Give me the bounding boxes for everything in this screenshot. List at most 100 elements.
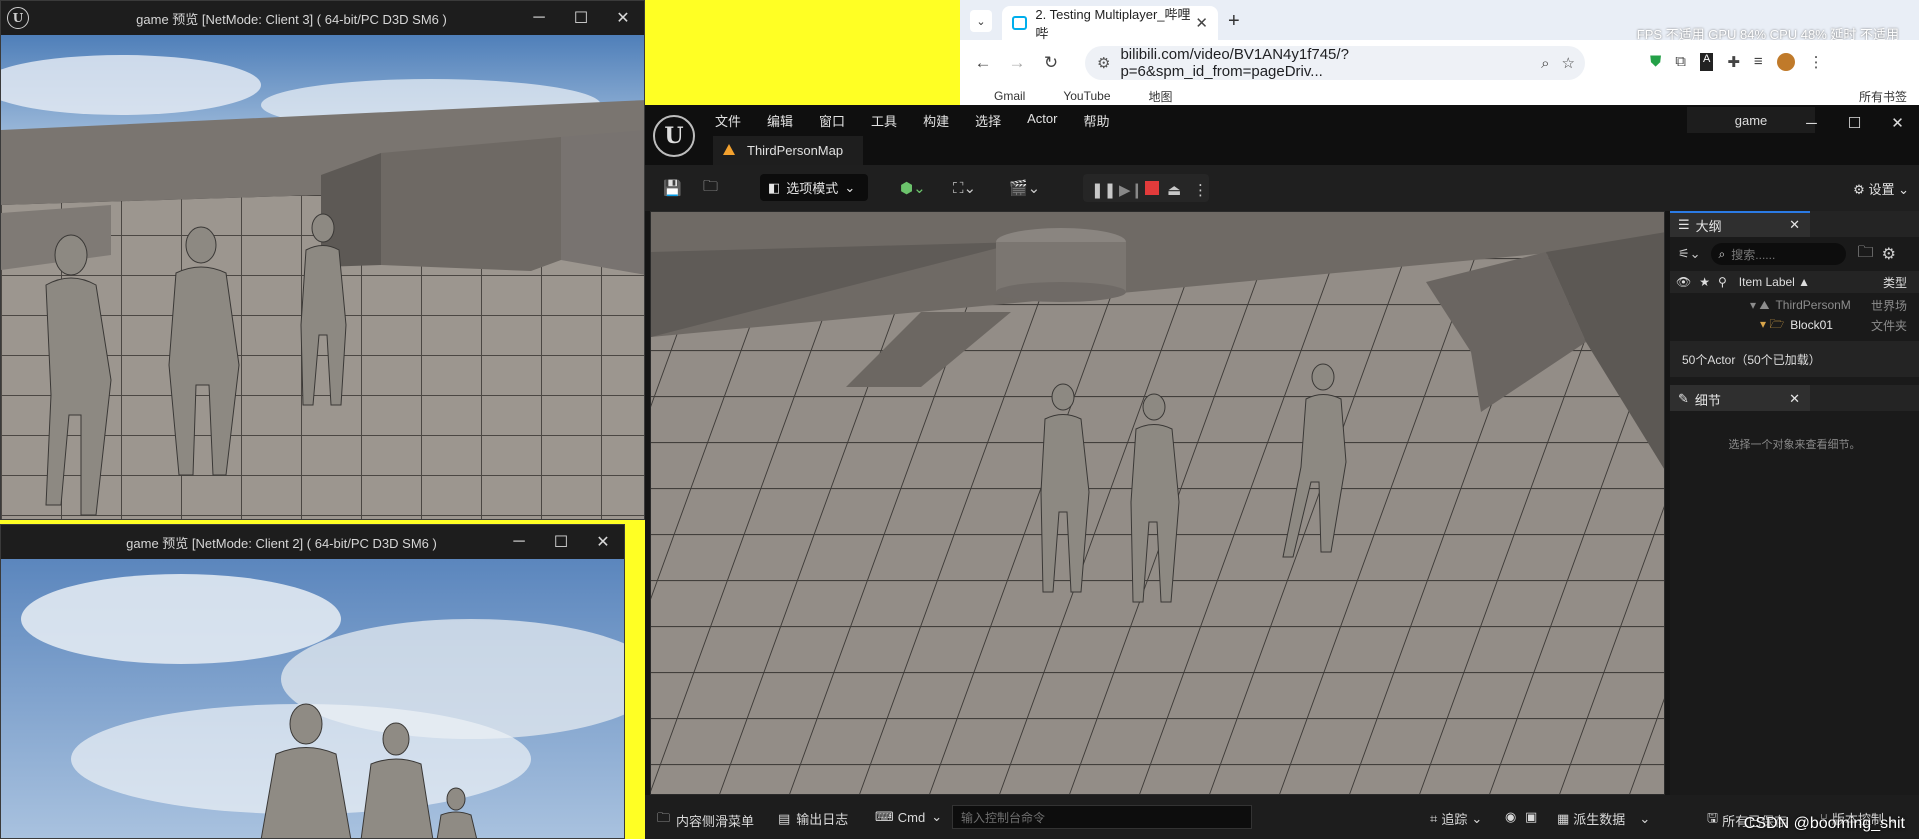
menu-actor[interactable]: Actor — [1027, 111, 1057, 130]
minimize-button[interactable]: ─ — [1790, 105, 1833, 141]
level-viewport[interactable] — [650, 211, 1665, 795]
forward-icon[interactable]: → — [1000, 53, 1034, 73]
outliner-row-world[interactable]: ▾ ⛰ ThirdPersonM 世界场 — [1670, 295, 1919, 315]
settings-button[interactable]: ⚙ 设置 ⌄ — [1853, 179, 1909, 198]
minimize-button[interactable]: ─ — [518, 1, 560, 35]
drawer-icon: 🗀 — [657, 810, 671, 825]
details-tab[interactable]: ✎ 细节 ✕ — [1670, 385, 1810, 411]
record-icon[interactable]: ◉ — [1505, 809, 1516, 825]
chrome-tab-bilibili[interactable]: 2. Testing Multiplayer_哔哩哔 ✕ — [1002, 6, 1218, 41]
site-info-icon[interactable]: ⚙ — [1097, 54, 1110, 72]
menu-help[interactable]: 帮助 — [1083, 111, 1109, 130]
col-type[interactable]: 类型 — [1883, 274, 1907, 291]
menu-tools[interactable]: 工具 — [871, 111, 897, 130]
chevron-down-icon: ⌄ — [931, 809, 943, 824]
maximize-button[interactable]: ☐ — [1833, 105, 1876, 141]
outliner-tab[interactable]: ☰ 大纲 ✕ — [1670, 211, 1810, 237]
close-button[interactable]: ✕ — [1876, 105, 1919, 141]
menu-icon[interactable]: ⋮ — [1809, 53, 1824, 71]
menu-build[interactable]: 构建 — [923, 111, 949, 130]
copy-icon[interactable]: ⧉ — [1675, 53, 1686, 71]
chevron-down-icon: ⌄ — [1639, 810, 1651, 826]
terminal-icon: ⌨ — [875, 809, 894, 824]
add-folder-icon[interactable]: 🗀 — [1858, 241, 1874, 268]
avatar[interactable] — [1776, 53, 1795, 71]
url-text: bilibili.com/video/BV1AN4y1f745/?p=6&spm… — [1120, 46, 1349, 80]
cmd-dropdown[interactable]: ⌨ Cmd ⌄ — [875, 809, 942, 825]
more-options-icon[interactable]: ⋮ — [1193, 177, 1208, 203]
outliner-filter-row: ⚟⌄ ⌕ 搜索...... 🗀 ⚙ — [1670, 239, 1919, 269]
bookmark-star-icon[interactable]: ☆ — [1562, 54, 1575, 72]
output-log-label: 输出日志 — [796, 812, 849, 827]
cinematics-icon[interactable]: 🎬⌄ — [1009, 175, 1040, 201]
bookmark-maps[interactable]: 地图 — [1149, 88, 1173, 105]
content-drawer-button[interactable]: 🗀 内容侧滑菜单 — [657, 809, 754, 831]
adobe-icon[interactable]: A — [1699, 53, 1714, 71]
all-bookmarks[interactable]: 所有书签 — [1859, 88, 1907, 105]
filter-icon[interactable]: ⚟⌄ — [1678, 246, 1701, 262]
reload-icon[interactable]: ↻ — [1034, 53, 1068, 73]
log-icon: ▤ — [778, 810, 791, 826]
client2-titlebar[interactable]: U game 预览 [NetMode: Client 2] ( 64-bit/P… — [1, 525, 624, 559]
trace-button[interactable]: ⌗ 追踪 ⌄ — [1430, 809, 1482, 828]
menu-select[interactable]: 选择 — [975, 111, 1001, 130]
outliner-search[interactable]: ⌕ 搜索...... — [1710, 243, 1846, 265]
star-icon[interactable]: ★ — [1699, 275, 1710, 289]
derived-data-button[interactable]: ▦ 派生数据 ⌄ — [1557, 809, 1650, 828]
client2-viewport[interactable] — [1, 559, 624, 838]
actor-count: 50个Actor（50个已加载） — [1670, 341, 1919, 377]
eject-button[interactable]: ⏏ — [1167, 177, 1181, 203]
client3-titlebar[interactable]: U game 预览 [NetMode: Client 3] ( 64-bit/P… — [1, 1, 644, 35]
close-icon[interactable]: ✕ — [1789, 391, 1800, 407]
step-button[interactable]: ▶❙ — [1119, 177, 1143, 203]
shield-icon[interactable]: ⛊ — [1650, 53, 1661, 71]
outliner-icon: ☰ — [1678, 217, 1690, 232]
details-icon: ✎ — [1678, 391, 1689, 406]
menu-window[interactable]: 窗口 — [819, 111, 845, 130]
map-tab[interactable]: ThirdPersonMap — [713, 136, 863, 165]
address-bar[interactable]: ⚙ bilibili.com/video/BV1AN4y1f745/?p=6&s… — [1085, 46, 1585, 80]
tab-search-button[interactable]: ⌄ — [970, 10, 992, 32]
close-icon[interactable]: ✕ — [1789, 217, 1800, 233]
client3-viewport[interactable] — [1, 35, 644, 519]
close-button[interactable]: ✕ — [602, 1, 644, 35]
col-item-label[interactable]: Item Label ▲ — [1739, 275, 1810, 289]
stop-button[interactable] — [1145, 181, 1159, 195]
maximize-button[interactable]: ☐ — [560, 1, 602, 35]
close-button[interactable]: ✕ — [582, 525, 624, 559]
tab-title: 2. Testing Multiplayer_哔哩哔 — [1035, 7, 1191, 41]
main-menu: 文件 编辑 窗口 工具 构建 选择 Actor 帮助 — [715, 111, 1135, 130]
bookmark-youtube[interactable]: YouTube — [1063, 89, 1110, 103]
unreal-logo-icon[interactable]: U — [653, 115, 695, 157]
camera-icon[interactable]: ▣ — [1525, 809, 1537, 825]
back-icon[interactable]: ← — [966, 53, 1000, 73]
search-icon: ⌕ — [1718, 246, 1726, 261]
select-mode-dropdown[interactable]: ◧ 选项模式 ⌄ — [760, 174, 868, 201]
client3-window[interactable]: U game 预览 [NetMode: Client 3] ( 64-bit/P… — [0, 0, 645, 520]
tab-close-icon[interactable]: ✕ — [1195, 14, 1208, 32]
bookmark-gmail[interactable]: Gmail — [994, 89, 1025, 103]
browse-icon[interactable]: 🗀 — [703, 175, 718, 201]
outliner-row-folder[interactable]: ▾ 🗁 Block01 文件夹 — [1670, 315, 1919, 335]
console-input[interactable]: 输入控制台命令 — [952, 805, 1252, 829]
new-tab-button[interactable]: + — [1228, 10, 1240, 33]
gear-icon[interactable]: ⚙ — [1882, 244, 1896, 264]
puzzle-icon[interactable]: ✚ — [1727, 53, 1740, 71]
zoom-icon[interactable]: ⌕ — [1541, 55, 1549, 72]
menu-edit[interactable]: 编辑 — [767, 111, 793, 130]
map-warning-icon — [723, 144, 735, 155]
media-icon[interactable]: ≡ — [1754, 53, 1763, 71]
outliner-header: ☰ 大纲 ✕ — [1670, 211, 1919, 237]
menu-file[interactable]: 文件 — [715, 111, 741, 130]
derived-data-label: 派生数据 — [1573, 812, 1626, 827]
blueprint-icon[interactable]: ⛶⌄ — [953, 175, 976, 201]
output-log-button[interactable]: ▤ 输出日志 — [778, 809, 848, 828]
client2-window[interactable]: U game 预览 [NetMode: Client 2] ( 64-bit/P… — [0, 524, 625, 839]
eye-icon[interactable]: 👁 — [1676, 275, 1691, 289]
add-actor-icon[interactable]: ⬢⌄ — [900, 175, 926, 201]
minimize-button[interactable]: ─ — [498, 525, 540, 559]
pin-icon[interactable]: ⚲ — [1718, 275, 1727, 289]
maximize-button[interactable]: ☐ — [540, 525, 582, 559]
pause-button[interactable]: ❚❚ — [1091, 177, 1116, 203]
save-icon[interactable]: 💾 — [663, 175, 682, 201]
